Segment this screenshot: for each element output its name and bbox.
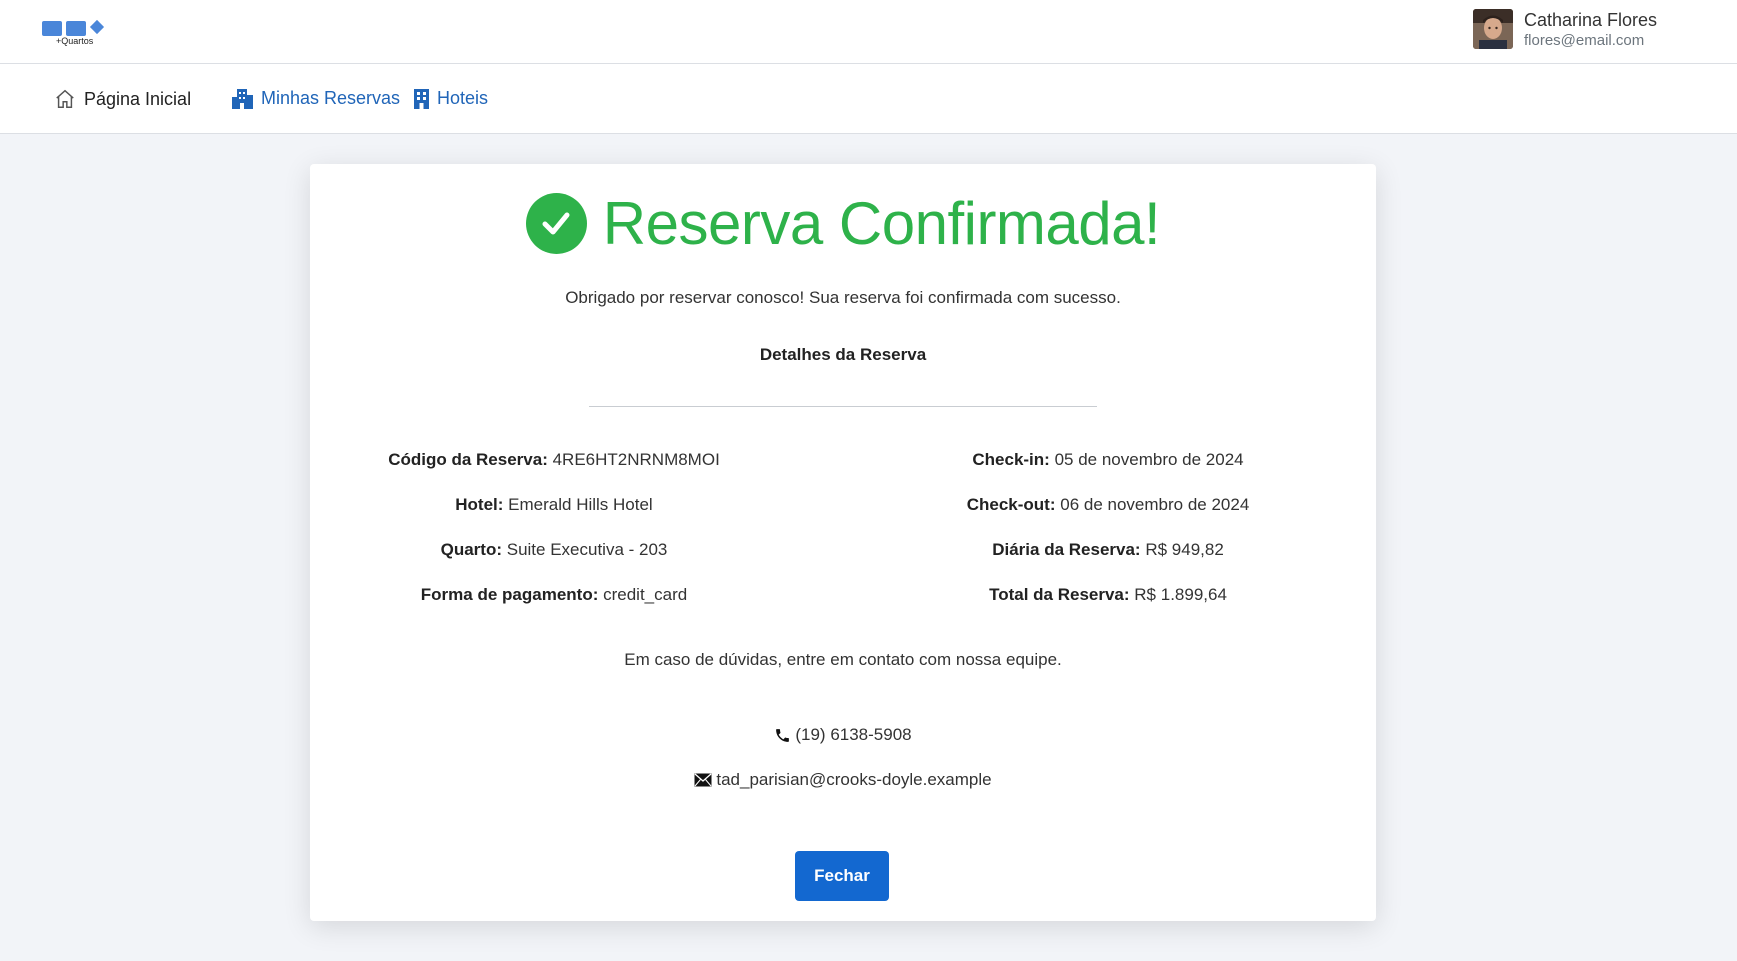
nav-item-hoteis[interactable]: Hoteis <box>414 88 488 109</box>
logo[interactable]: +Quartos <box>42 19 108 48</box>
envelope-icon <box>694 773 712 787</box>
buildings-icon <box>232 88 253 109</box>
detail-label: Quarto: <box>440 540 502 559</box>
detail-value: R$ 1.899,64 <box>1134 585 1227 604</box>
nav-item-label: Hoteis <box>437 88 489 108</box>
nav-item-home[interactable]: Página Inicial <box>54 88 191 110</box>
detail-row-daily-rate: Diária da Reserva: R$ 949,82 <box>918 540 1298 585</box>
details-heading: Detalhes da Reserva <box>759 345 927 364</box>
contact-email: tad_parisian@crooks-doyle.example <box>310 770 1376 790</box>
close-button[interactable]: Fechar <box>795 851 889 901</box>
confirmation-message: Obrigado por reservar conosco! Sua reser… <box>565 288 1121 307</box>
detail-value: Suite Executiva - 203 <box>506 540 668 559</box>
detail-value: 05 de novembro de 2024 <box>1054 450 1244 469</box>
page-title: Reserva Confirmada! <box>602 189 1161 257</box>
detail-value: credit_card <box>603 585 688 604</box>
main-nav: Página Inicial Minhas Reservas Hoteis <box>0 64 1737 134</box>
divider <box>589 406 1097 407</box>
top-header: +Quartos Catharina Flores flores@email.c… <box>0 0 1737 64</box>
confirmation-title-row: Reserva Confirmada! <box>310 188 1376 258</box>
detail-label: Hotel: <box>455 495 504 514</box>
nav-item-label: Página Inicial <box>84 88 192 109</box>
detail-row-check-in: Check-in: 05 de novembro de 2024 <box>918 450 1298 495</box>
detail-row-total: Total da Reserva: R$ 1.899,64 <box>918 585 1298 630</box>
detail-value: R$ 949,82 <box>1145 540 1224 559</box>
details-left-column: Código da Reserva: 4RE6HT2NRNM8MOI Hotel… <box>364 450 744 630</box>
details-right-column: Check-in: 05 de novembro de 2024 Check-o… <box>918 450 1298 630</box>
avatar <box>1473 9 1513 49</box>
detail-value: 4RE6HT2NRNM8MOI <box>552 450 720 469</box>
detail-row-reservation-code: Código da Reserva: 4RE6HT2NRNM8MOI <box>364 450 744 495</box>
detail-row-check-out: Check-out: 06 de novembro de 2024 <box>918 495 1298 540</box>
home-icon <box>56 89 74 108</box>
detail-label: Total da Reserva: <box>989 585 1130 604</box>
logo-text: +Quartos <box>56 36 94 46</box>
user-email: flores@email.com <box>1524 32 1645 49</box>
hotel-icon <box>414 88 429 109</box>
logo-square-icon <box>42 21 62 36</box>
detail-label: Diária da Reserva: <box>992 540 1141 559</box>
detail-value: Emerald Hills Hotel <box>508 495 653 514</box>
detail-row-payment: Forma de pagamento: credit_card <box>364 585 744 630</box>
detail-label: Código da Reserva: <box>388 450 548 469</box>
contact-phone: (19) 6138-5908 <box>310 725 1376 745</box>
contact-text: Em caso de dúvidas, entre em contato com… <box>624 650 1062 669</box>
detail-row-room: Quarto: Suite Executiva - 203 <box>364 540 744 585</box>
user-name: Catharina Flores <box>1524 10 1658 30</box>
detail-value: 06 de novembro de 2024 <box>1060 495 1250 514</box>
nav-item-label: Minhas Reservas <box>261 88 401 108</box>
nav-item-minhas-reservas[interactable]: Minhas Reservas <box>232 88 400 109</box>
detail-label: Check-out: <box>966 495 1056 514</box>
phone-number: (19) 6138-5908 <box>795 725 912 744</box>
email-address[interactable]: tad_parisian@crooks-doyle.example <box>716 770 991 790</box>
logo-diamond-icon <box>89 19 105 35</box>
check-circle-icon <box>525 192 587 254</box>
detail-label: Check-in: <box>972 450 1050 469</box>
detail-label: Forma de pagamento: <box>420 585 599 604</box>
detail-row-hotel: Hotel: Emerald Hills Hotel <box>364 495 744 540</box>
phone-icon <box>776 728 790 742</box>
logo-square-icon <box>66 21 86 36</box>
confirmation-card: Reserva Confirmada! Obrigado por reserva… <box>310 164 1376 921</box>
